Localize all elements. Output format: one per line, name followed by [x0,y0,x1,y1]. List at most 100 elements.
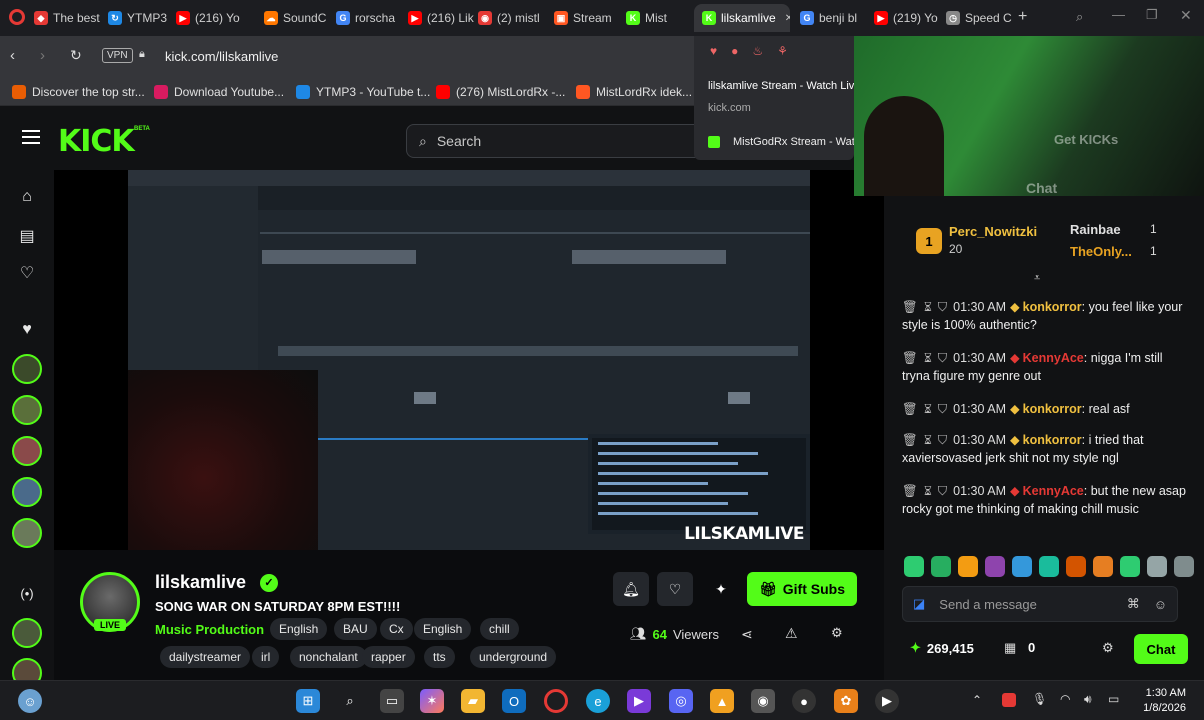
emote-icon[interactable] [1093,556,1113,577]
notifications-bell-button[interactable]: 🔔︎ [613,572,649,606]
bookmark-item[interactable]: MistLordRx idek... [576,83,692,101]
highlight-sparkle-button[interactable]: ✦ [703,572,739,606]
browser-tab[interactable]: Gbenji bl [800,4,868,32]
message-username[interactable]: KennyAce [1023,351,1084,365]
file-explorer-icon[interactable]: ▰ [461,689,485,713]
emote-icon[interactable] [1174,556,1194,577]
browser-tab[interactable]: ☁ SoundC [264,4,332,32]
fl-studio-icon[interactable]: ✿ [834,689,858,713]
system-clock[interactable]: 1:30 AM 1/8/2026 [1143,686,1186,716]
browser-tab[interactable]: Grorscha [336,4,402,32]
leaderboard-expand-icon[interactable]: ⩡ [1034,272,1040,285]
delete-message-icon[interactable]: 🗑︎ [902,300,918,314]
windows-start-icon[interactable]: ⊞ [296,689,320,713]
tray-chevron-icon[interactable]: ⌃ [972,693,982,707]
stream-tag[interactable]: dailystreamer [160,646,251,668]
opera-logo-icon[interactable] [9,9,25,25]
followed-channel-avatar[interactable] [12,436,42,466]
stream-tag[interactable]: nonchalant [290,646,367,668]
browser-tab[interactable]: ◆ The best [34,4,104,32]
bookmark-item[interactable]: Download Youtube... [154,83,284,101]
browser-tab[interactable]: ↻ YTMP3 [108,4,172,32]
streamer-name[interactable]: lilskamlive [155,572,246,593]
emote-icon[interactable] [1120,556,1140,577]
emote-icon[interactable] [958,556,978,577]
ban-icon[interactable]: ⛉ [938,300,947,314]
message-username[interactable]: konkorror [1023,433,1082,447]
browser-tab[interactable]: Klilskamlive ✕ [694,4,790,32]
obs-icon[interactable]: ● [792,689,816,713]
close-window-icon[interactable]: ✕ [1180,7,1192,24]
maximize-icon[interactable]: ❐ [1146,7,1158,23]
ban-icon[interactable]: ⛉ [938,433,947,447]
user-settings-icon[interactable]: ⚙ [831,625,843,641]
stream-tag[interactable]: English [270,618,328,640]
copilot-icon[interactable]: ✶ [420,689,444,713]
outlook-icon[interactable]: O [502,689,526,713]
channel-points[interactable]: ✦ 269,415 [910,640,974,656]
ban-icon[interactable]: ⛉ [938,402,947,416]
reload-icon[interactable]: ↻ [70,47,82,64]
second-place-name[interactable]: Rainbae [1070,222,1121,237]
ban-icon[interactable]: ⛉ [938,484,947,498]
stream-tag[interactable]: BAU [334,618,377,640]
browser-tab[interactable]: ▶ (216) Lik [408,4,474,32]
category-link[interactable]: Music Production [155,622,264,637]
report-warning-icon[interactable]: ⚠ [785,625,798,642]
delete-message-icon[interactable]: 🗑︎ [902,351,918,365]
store-icon[interactable]: ▦ [1004,640,1016,656]
microphone-icon[interactable]: 🎙︎ [1032,692,1047,706]
url-field[interactable]: kick.com/lilskamlive [165,49,278,64]
emote-picker-icon[interactable]: ◪ [913,596,925,612]
emote-icon[interactable] [931,556,951,577]
browser-tab[interactable]: ◷ Speed C [946,4,1014,32]
opera-taskbar-icon[interactable] [544,689,568,713]
stream-tag[interactable]: tts [424,646,455,668]
stream-tag[interactable]: rapper [362,646,415,668]
gift-subs-button[interactable]: 🎁︎ Gift Subs [747,572,857,606]
vpn-badge[interactable]: VPN [102,48,133,63]
third-place-name[interactable]: TheOnly... [1070,244,1132,259]
forward-icon[interactable]: › [40,47,45,64]
browser-tab[interactable]: ▶ (219) Yo [874,4,942,32]
followed-channel-avatar[interactable] [12,354,42,384]
media-player-icon[interactable]: ▶ [875,689,899,713]
camera-icon[interactable]: ◉ [751,689,775,713]
browser-tab[interactable]: ◉ (2) mistl [478,4,550,32]
bookmark-item[interactable]: (276) MistLordRx -... [436,83,565,101]
app-icon[interactable]: ▲ [710,689,734,713]
edge-icon[interactable]: e [586,689,610,713]
timeout-icon[interactable]: ⏳︎ [924,300,932,314]
browse-icon[interactable]: ▤ [17,226,37,246]
new-tab-icon[interactable]: + [1018,8,1027,26]
message-username[interactable]: konkorror [1023,300,1082,314]
emote-icon[interactable] [1147,556,1167,577]
home-icon[interactable]: ⌂ [17,188,37,208]
followed-channel-avatar[interactable] [12,518,42,548]
tab-search-icon[interactable]: ⌕ [1076,9,1083,25]
stream-tag[interactable]: Cx [380,618,413,640]
unfollow-heart-button[interactable]: ♡ [657,572,693,606]
followed-channel-avatar[interactable] [12,477,42,507]
battery-icon[interactable]: ▭ [1108,692,1119,706]
back-icon[interactable]: ‹ [10,47,15,64]
tray-app-icon[interactable] [1002,693,1016,707]
delete-message-icon[interactable]: 🗑︎ [902,433,918,447]
delete-message-icon[interactable]: 🗑︎ [902,402,918,416]
taskbar-avatar-icon[interactable]: ☺ [18,689,42,713]
live-broadcast-icon[interactable]: (•) [17,586,37,606]
send-message-input[interactable]: ◪ Send a message ⌘ ☺ [902,586,1178,622]
following-heart-icon[interactable]: ♡ [17,263,37,283]
followed-heart-icon[interactable]: ♥ [17,321,37,341]
bookmark-item[interactable]: Discover the top str... [12,83,145,101]
stream-tag[interactable]: irl [252,646,280,668]
bookmark-item[interactable]: YTMP3 - YouTube t... [296,83,430,101]
timeout-icon[interactable]: ⏳︎ [924,484,932,498]
timeout-icon[interactable]: ⏳︎ [924,402,932,416]
browser-tab[interactable]: ▣ Stream [554,4,620,32]
stream-tag[interactable]: underground [470,646,557,668]
minimize-icon[interactable]: — [1112,7,1125,22]
command-icon[interactable]: ⌘ [1127,596,1140,612]
chat-send-button[interactable]: Chat [1134,634,1188,664]
taskbar-search-icon[interactable]: ⌕ [338,689,362,713]
